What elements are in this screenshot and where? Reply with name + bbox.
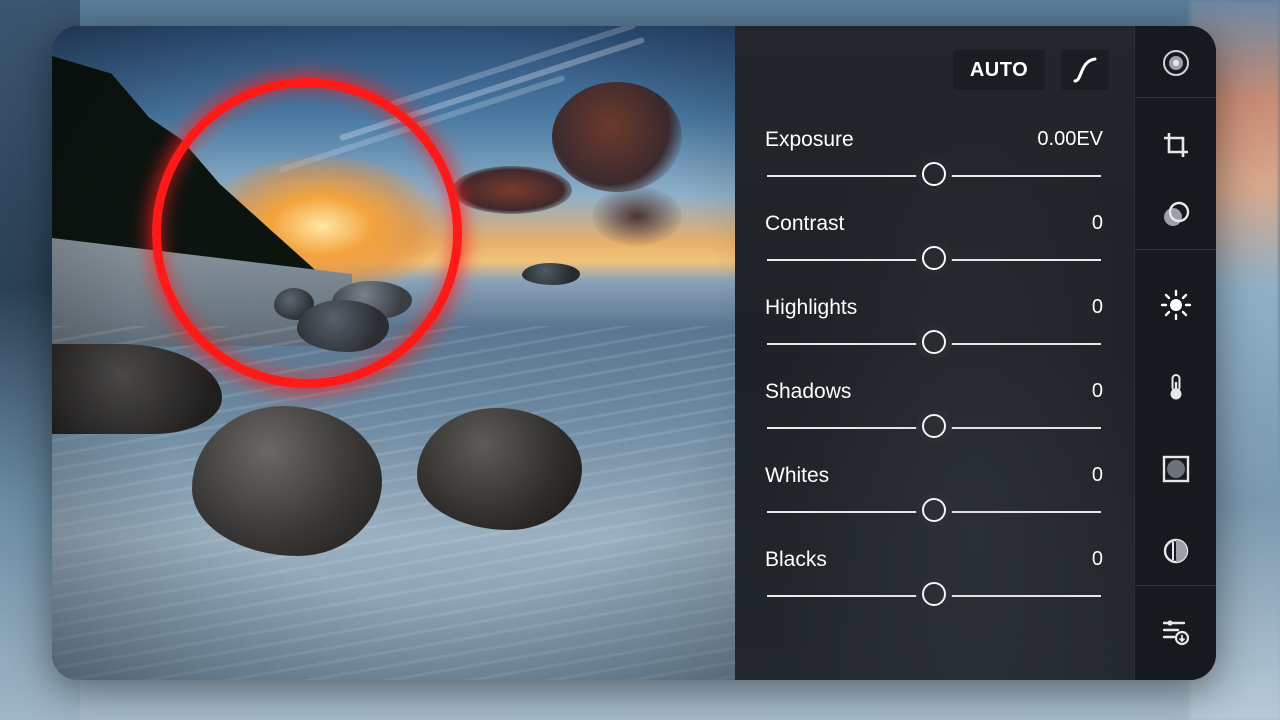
shadows-label: Shadows bbox=[765, 380, 852, 403]
whites-slider-row: Whites 0 bbox=[765, 464, 1103, 524]
exposure-slider-thumb[interactable] bbox=[922, 162, 946, 186]
exposure-value: 0.00EV bbox=[1037, 128, 1103, 150]
blacks-label: Blacks bbox=[765, 548, 827, 571]
tool-strip bbox=[1134, 26, 1216, 680]
presets-icon bbox=[1163, 50, 1189, 76]
optics-icon bbox=[1163, 538, 1189, 564]
tool-optics[interactable] bbox=[1135, 516, 1216, 586]
crop-icon bbox=[1164, 133, 1188, 157]
highlights-slider-row: Highlights 0 bbox=[765, 296, 1103, 356]
tool-more[interactable] bbox=[1135, 596, 1216, 666]
highlights-label: Highlights bbox=[765, 296, 858, 319]
tool-light[interactable] bbox=[1135, 270, 1216, 340]
tool-presets[interactable] bbox=[1135, 28, 1216, 98]
blacks-slider-row: Blacks 0 bbox=[765, 548, 1103, 608]
contrast-slider-thumb[interactable] bbox=[922, 246, 946, 270]
tone-curve-button[interactable] bbox=[1061, 50, 1109, 90]
vignette-icon bbox=[1162, 455, 1190, 483]
editor-window: AUTO Exposure 0.00EV Contrast 0 Highligh… bbox=[52, 26, 1216, 680]
exposure-slider-row: Exposure 0.00EV bbox=[765, 128, 1103, 188]
color-temperature-icon bbox=[1170, 374, 1182, 400]
selective-icon bbox=[1164, 201, 1190, 226]
photo-canvas[interactable] bbox=[52, 26, 735, 680]
shadows-slider-thumb[interactable] bbox=[922, 414, 946, 438]
exposure-label: Exposure bbox=[765, 128, 854, 151]
blacks-value: 0 bbox=[1091, 548, 1103, 570]
contrast-slider-row: Contrast 0 bbox=[765, 212, 1103, 272]
highlights-slider-thumb[interactable] bbox=[922, 330, 946, 354]
tool-crop[interactable] bbox=[1135, 110, 1216, 180]
whites-slider-thumb[interactable] bbox=[922, 498, 946, 522]
tool-effects[interactable] bbox=[1135, 434, 1216, 504]
whites-label: Whites bbox=[765, 464, 830, 487]
highlight-circle bbox=[152, 78, 462, 388]
highlights-value: 0 bbox=[1091, 296, 1103, 318]
contrast-value: 0 bbox=[1091, 212, 1103, 234]
tool-color[interactable] bbox=[1135, 352, 1216, 422]
tone-curve-icon bbox=[1073, 57, 1097, 83]
more-adjustments-icon bbox=[1162, 620, 1190, 646]
auto-button[interactable]: AUTO bbox=[953, 50, 1045, 90]
contrast-label: Contrast bbox=[765, 212, 845, 235]
tool-selective[interactable] bbox=[1135, 180, 1216, 250]
shadows-slider-row: Shadows 0 bbox=[765, 380, 1103, 440]
whites-value: 0 bbox=[1091, 464, 1103, 486]
shadows-value: 0 bbox=[1091, 380, 1103, 402]
light-adjustments-panel: AUTO Exposure 0.00EV Contrast 0 Highligh… bbox=[735, 26, 1134, 680]
blacks-slider-thumb[interactable] bbox=[922, 582, 946, 606]
light-icon bbox=[1160, 289, 1192, 321]
